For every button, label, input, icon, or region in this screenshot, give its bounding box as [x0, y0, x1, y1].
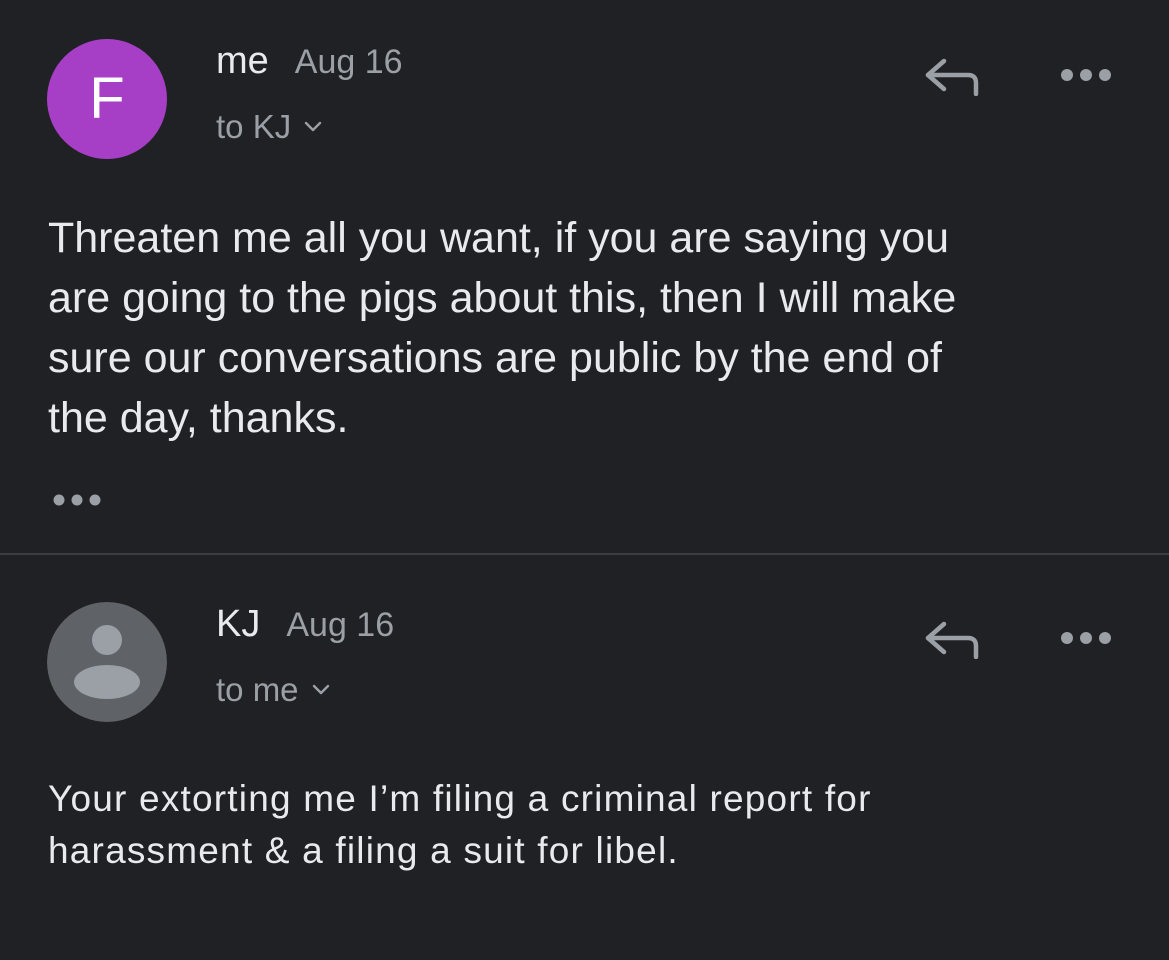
chevron-down-icon	[305, 121, 322, 132]
person-icon	[47, 602, 167, 722]
show-trimmed-content-icon[interactable]	[50, 490, 104, 510]
reply-icon[interactable]	[922, 619, 986, 659]
sender-avatar[interactable]: F	[47, 39, 167, 159]
recipient-label: to KJ	[216, 108, 292, 145]
sender-header: me Aug 16	[216, 40, 403, 83]
avatar-initial: F	[89, 66, 125, 131]
sender-name: me	[216, 40, 269, 82]
sender-header: KJ Aug 16	[216, 603, 394, 646]
recipient-details-toggle[interactable]: to me	[216, 671, 331, 709]
sender-avatar[interactable]	[47, 602, 167, 722]
message-body: Threaten me all you want, if you are say…	[48, 214, 957, 442]
more-options-icon[interactable]	[1058, 628, 1114, 648]
recipient-details-toggle[interactable]: to KJ	[216, 108, 323, 146]
message-date: Aug 16	[294, 43, 403, 81]
reply-icon[interactable]	[922, 56, 986, 96]
message-date: Aug 16	[286, 606, 395, 644]
message-card-2: KJ Aug 16 to me Your extorting me I’m fi…	[0, 555, 1169, 960]
chevron-down-icon	[312, 684, 329, 695]
more-options-icon[interactable]	[1058, 65, 1114, 85]
message-card-1: F me Aug 16 to KJ Threaten me all you wa…	[0, 0, 1169, 553]
message-body: Your extorting me I’m filing a criminal …	[48, 778, 872, 871]
recipient-label: to me	[216, 671, 299, 708]
sender-name: KJ	[216, 603, 261, 645]
